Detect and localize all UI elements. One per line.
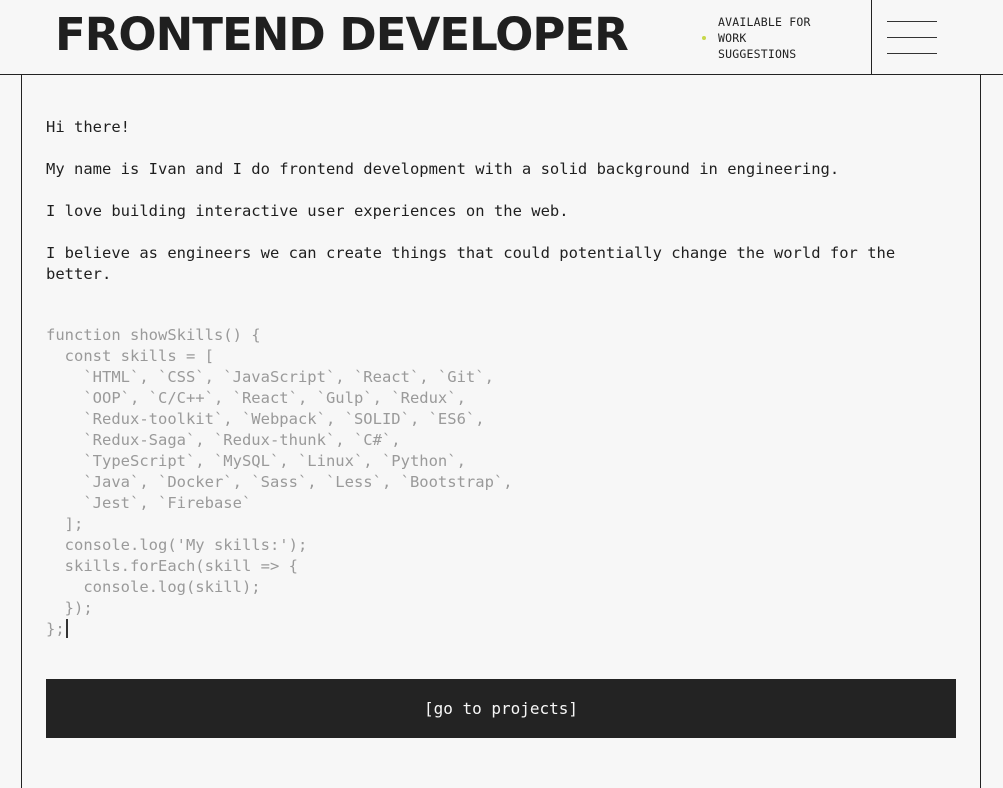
- code-line: };: [46, 620, 65, 638]
- code-line: `Redux-Saga`, `Redux-thunk`, `C#`,: [46, 431, 401, 449]
- site-logo[interactable]: FRONTEND DEVELOPER: [55, 6, 629, 64]
- main-content: Hi there! My name is Ivan and I do front…: [21, 75, 981, 788]
- code-line: `TypeScript`, `MySQL`, `Linux`, `Python`…: [46, 452, 466, 470]
- code-line-last: };: [46, 619, 513, 640]
- code-line: `Jest`, `Firebase`: [46, 494, 252, 512]
- hamburger-menu-icon: [887, 37, 937, 38]
- availability-text: AVAILABLE FOR WORK SUGGESTIONS: [718, 14, 828, 62]
- code-line: console.log(skill);: [46, 578, 261, 596]
- greeting-text: Hi there!: [46, 118, 130, 136]
- code-line: `Redux-toolkit`, `Webpack`, `SOLID`, `ES…: [46, 410, 485, 428]
- code-line: `HTML`, `CSS`, `JavaScript`, `React`, `G…: [46, 368, 494, 386]
- text-cursor-icon: [65, 619, 68, 638]
- code-line: function showSkills() {: [46, 326, 261, 344]
- code-line: skills.forEach(skill => {: [46, 557, 298, 575]
- code-line: `OOP`, `C/C++`, `React`, `Gulp`, `Redux`…: [46, 389, 466, 407]
- availability-line: SUGGESTIONS: [718, 47, 797, 61]
- intro-paragraph: My name is Ivan and I do frontend develo…: [46, 160, 840, 178]
- hamburger-menu-icon: [887, 21, 937, 22]
- availability-line: AVAILABLE FOR: [718, 15, 811, 29]
- code-line: });: [46, 599, 93, 617]
- site-header: FRONTEND DEVELOPER AVAILABLE FOR WORK SU…: [0, 0, 1003, 75]
- intro-paragraph: I love building interactive user experie…: [46, 202, 569, 220]
- code-line: `Java`, `Docker`, `Sass`, `Less`, `Boots…: [46, 473, 513, 491]
- skills-code-block: function showSkills() { const skills = […: [46, 325, 513, 640]
- availability-status: AVAILABLE FOR WORK SUGGESTIONS: [702, 14, 828, 62]
- code-line: console.log('My skills:');: [46, 536, 308, 554]
- intro-paragraph: I believe as engineers we can create thi…: [46, 244, 896, 283]
- availability-line: WORK: [718, 31, 747, 45]
- code-line: const skills = [: [46, 347, 214, 365]
- menu-button[interactable]: [871, 0, 1003, 74]
- status-dot-icon: [702, 36, 706, 40]
- go-to-projects-button[interactable]: [go to projects]: [46, 679, 956, 738]
- hamburger-menu-icon: [887, 53, 937, 54]
- code-line: ];: [46, 515, 84, 533]
